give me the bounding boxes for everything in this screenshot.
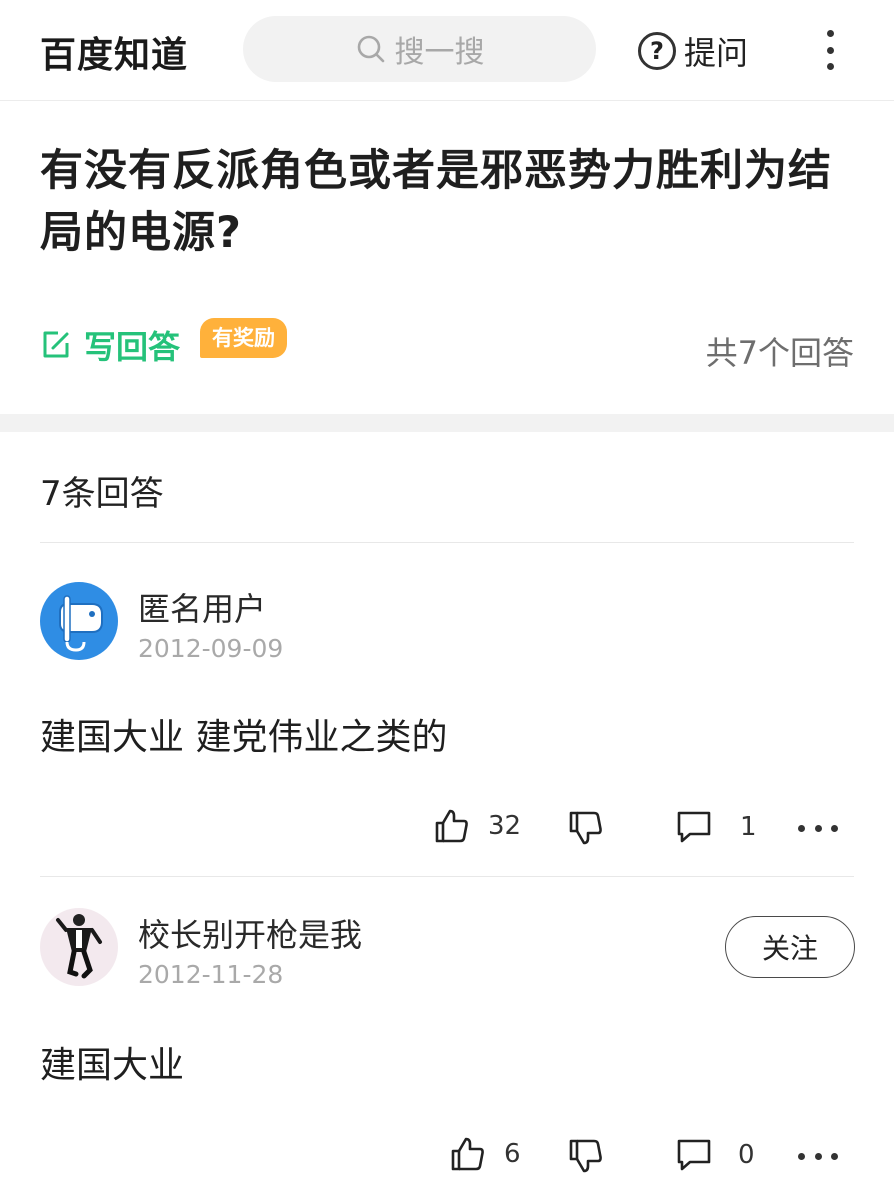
follow-button[interactable]: 关注 [725, 916, 855, 978]
more-dot [831, 824, 838, 832]
thumbs-down-icon [569, 1139, 602, 1173]
comment-count: 0 [738, 1140, 755, 1170]
thumbs-up-icon [435, 809, 468, 843]
ask-label: 提问 [684, 34, 749, 72]
total-answers-count[interactable]: 共7个回答 [706, 328, 854, 374]
edit-icon [43, 331, 69, 358]
like-button[interactable]: 32 [434, 808, 521, 844]
user-avatar[interactable] [40, 908, 118, 986]
answer-text[interactable]: 建国大业 建党伟业之类的 [40, 708, 447, 760]
answer-date: 2012-11-28 [138, 960, 284, 989]
anonymous-mask-icon [59, 595, 103, 652]
comment-button[interactable]: 1 [676, 809, 757, 845]
like-button[interactable]: 6 [450, 1136, 521, 1172]
search-box[interactable]: 搜一搜 [243, 16, 596, 82]
question-mark-icon: ? [638, 32, 676, 70]
answer-more-button[interactable] [798, 823, 838, 833]
menu-dot [826, 63, 834, 70]
write-answer-button[interactable]: 写回答 [40, 322, 180, 368]
top-bar: 百度知道 搜一搜 ? 提问 [0, 0, 894, 101]
comment-icon [677, 1139, 711, 1171]
comment-count: 1 [740, 812, 757, 842]
question-title: 有没有反派角色或者是邪恶势力胜利为结局的电源? [40, 146, 832, 258]
thumbs-down-icon [569, 811, 602, 845]
reward-badge: 有奖励 [200, 318, 287, 358]
like-count: 6 [504, 1139, 521, 1169]
menu-dot [826, 46, 834, 54]
answer-text[interactable]: 建国大业 [40, 1036, 184, 1088]
more-dot [798, 1152, 805, 1160]
comment-button[interactable]: 0 [676, 1137, 755, 1173]
thumbs-up-icon [451, 1137, 484, 1171]
comment-icon [677, 811, 711, 843]
search-icon [357, 35, 384, 63]
more-dot [798, 824, 805, 832]
answer-username[interactable]: 校长别开枪是我 [138, 910, 362, 956]
more-dot [831, 1152, 838, 1160]
ask-question-button[interactable]: ? 提问 [638, 28, 748, 74]
dancer-avatar-image [56, 914, 102, 979]
more-dot [814, 824, 822, 832]
more-dot [814, 1152, 822, 1160]
menu-dot [826, 30, 834, 37]
dislike-button[interactable] [568, 1138, 604, 1174]
answer-more-button[interactable] [798, 1151, 838, 1161]
write-answer-label: 写回答 [84, 328, 181, 366]
answer-date: 2012-09-09 [138, 634, 284, 663]
answer-username[interactable]: 匿名用户 [138, 584, 266, 630]
dislike-button[interactable] [568, 810, 604, 846]
section-divider [0, 414, 894, 432]
like-count: 32 [488, 811, 522, 841]
more-menu-button[interactable] [820, 30, 840, 70]
divider [40, 542, 854, 543]
answers-heading: 7条回答 [40, 474, 164, 514]
anonymous-avatar[interactable] [40, 582, 118, 660]
baidu-zhidao-logo[interactable]: 百度知道 [40, 26, 188, 78]
search-placeholder: 搜一搜 [394, 35, 485, 70]
divider [40, 876, 854, 877]
